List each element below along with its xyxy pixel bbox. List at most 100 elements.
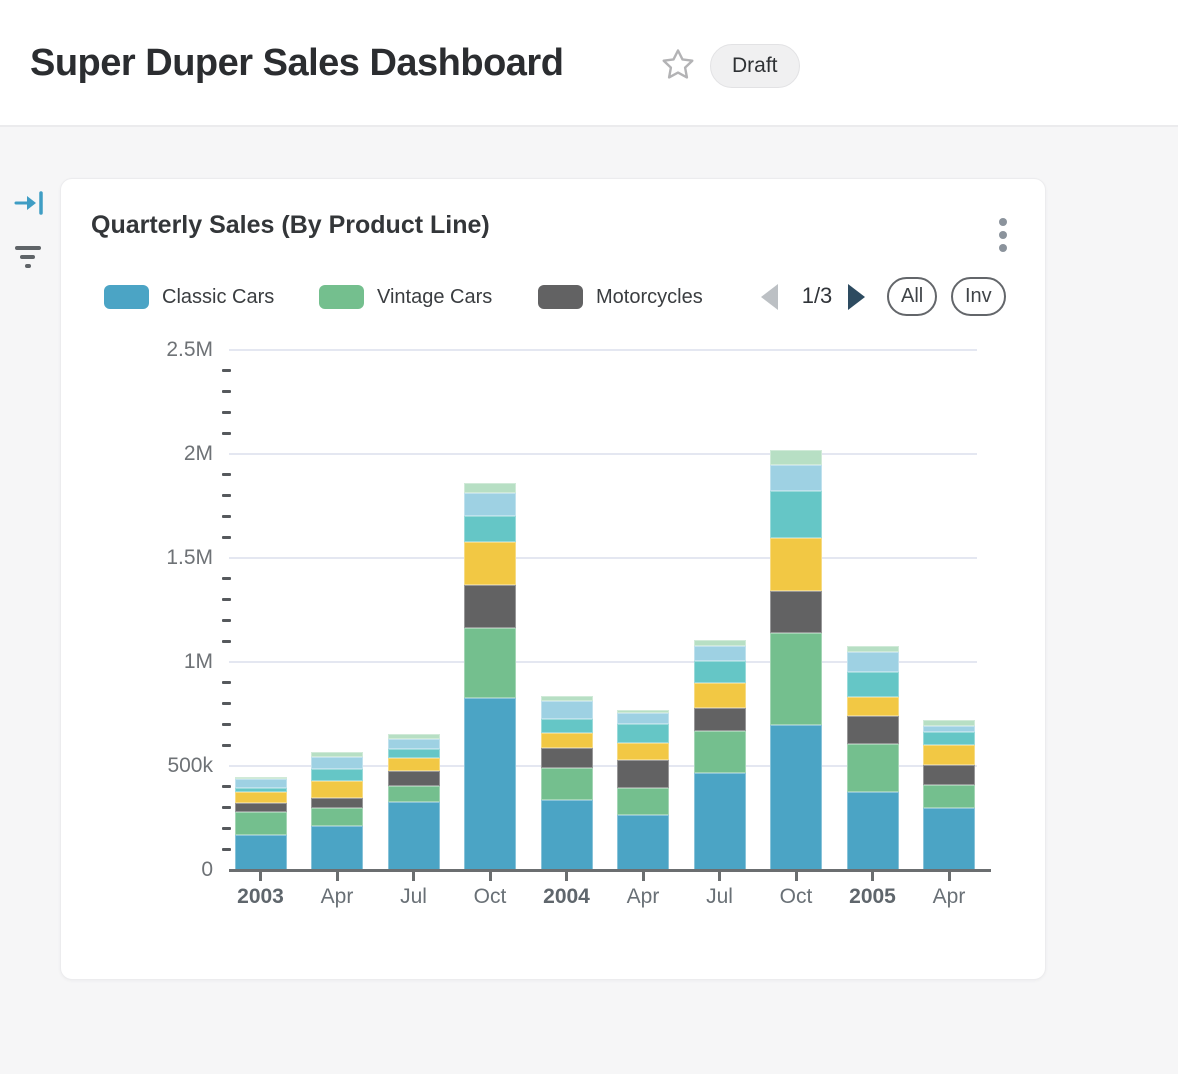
bar-segment-unlabeled (light blue)-Oct[interactable] bbox=[464, 493, 516, 516]
bar-segment-unlabeled (light blue)-Oct[interactable] bbox=[770, 465, 822, 492]
bar-segment-unlabeled (light blue)-Jul[interactable] bbox=[694, 646, 746, 660]
y-axis-minor-tick bbox=[222, 744, 231, 747]
y-axis-minor-tick bbox=[222, 494, 231, 497]
y-axis-minor-tick bbox=[222, 411, 231, 414]
bar-segment-Classic Cars-Apr[interactable] bbox=[617, 815, 669, 870]
bar-segment-unlabeled (teal)-2003[interactable] bbox=[235, 788, 287, 792]
x-axis-tick bbox=[565, 872, 568, 881]
x-axis-tick bbox=[795, 872, 798, 881]
bar-segment-Classic Cars-Apr[interactable] bbox=[923, 808, 975, 870]
filter-icon[interactable] bbox=[10, 242, 46, 274]
bar-segment-unlabeled (yellow)-2005[interactable] bbox=[847, 697, 899, 716]
y-axis-minor-tick bbox=[222, 390, 231, 393]
favorite-star-button[interactable] bbox=[658, 46, 698, 86]
bar-segment-unlabeled (teal)-Jul[interactable] bbox=[694, 661, 746, 683]
bar-segment-unlabeled (light blue)-Apr[interactable] bbox=[923, 726, 975, 732]
bar-segment-Classic Cars-Oct[interactable] bbox=[464, 698, 516, 870]
bar-segment-Vintage Cars-Apr[interactable] bbox=[923, 785, 975, 808]
bar-segment-Motorcycles-Oct[interactable] bbox=[770, 591, 822, 633]
bar-segment-Motorcycles-2004[interactable] bbox=[541, 748, 593, 767]
bar-segment-Vintage Cars-Jul[interactable] bbox=[694, 731, 746, 773]
bar-segment-unlabeled (light blue)-2004[interactable] bbox=[541, 701, 593, 719]
bar-segment-unlabeled (yellow)-Apr[interactable] bbox=[617, 743, 669, 760]
bar-segment-unlabeled (pale green)-Apr[interactable] bbox=[617, 710, 669, 713]
x-axis-tick bbox=[871, 872, 874, 881]
bar-segment-Vintage Cars-2005[interactable] bbox=[847, 744, 899, 792]
star-outline-icon bbox=[660, 47, 696, 83]
bar-segment-unlabeled (pale green)-Jul[interactable] bbox=[694, 640, 746, 647]
bar-segment-Vintage Cars-2004[interactable] bbox=[541, 768, 593, 800]
bar-segment-unlabeled (teal)-Apr[interactable] bbox=[311, 769, 363, 781]
y-axis-minor-tick bbox=[222, 785, 231, 788]
x-axis-label-Apr: Apr bbox=[904, 885, 994, 909]
bar-segment-unlabeled (pale green)-2005[interactable] bbox=[847, 646, 899, 652]
bar-segment-unlabeled (pale green)-Jul[interactable] bbox=[388, 734, 440, 739]
bar-segment-unlabeled (pale green)-Apr[interactable] bbox=[311, 752, 363, 756]
bar-segment-Motorcycles-2005[interactable] bbox=[847, 716, 899, 744]
bar-segment-unlabeled (yellow)-Jul[interactable] bbox=[694, 683, 746, 707]
bar-segment-unlabeled (yellow)-Oct[interactable] bbox=[464, 542, 516, 585]
bar-segment-unlabeled (pale green)-Oct[interactable] bbox=[464, 483, 516, 493]
page-title: Super Duper Sales Dashboard bbox=[30, 42, 563, 85]
bar-segment-unlabeled (teal)-Apr[interactable] bbox=[617, 724, 669, 743]
bar-segment-Classic Cars-Jul[interactable] bbox=[694, 773, 746, 870]
collapse-panel-icon[interactable] bbox=[12, 188, 48, 220]
bar-segment-unlabeled (pale green)-Apr[interactable] bbox=[923, 720, 975, 726]
bar-segment-unlabeled (yellow)-2003[interactable] bbox=[235, 792, 287, 803]
bar-segment-unlabeled (teal)-Apr[interactable] bbox=[923, 732, 975, 745]
bar-segment-unlabeled (teal)-Oct[interactable] bbox=[770, 491, 822, 537]
bar-segment-unlabeled (yellow)-2004[interactable] bbox=[541, 733, 593, 749]
x-axis-tick bbox=[718, 872, 721, 881]
bar-segment-unlabeled (pale green)-2003[interactable] bbox=[235, 777, 287, 779]
bar-segment-Classic Cars-2004[interactable] bbox=[541, 800, 593, 870]
y-axis-minor-tick bbox=[222, 432, 231, 435]
bar-segment-Motorcycles-Jul[interactable] bbox=[694, 708, 746, 732]
y-axis-label-2.5M: 2.5M bbox=[121, 338, 213, 362]
bar-segment-unlabeled (yellow)-Apr[interactable] bbox=[923, 745, 975, 765]
y-axis-label-1M: 1M bbox=[121, 650, 213, 674]
bar-segment-unlabeled (pale green)-Oct[interactable] bbox=[770, 450, 822, 464]
bar-segment-Motorcycles-Apr[interactable] bbox=[617, 760, 669, 788]
bar-segment-Classic Cars-2003[interactable] bbox=[235, 835, 287, 870]
bar-segment-Motorcycles-2003[interactable] bbox=[235, 803, 287, 812]
y-axis-minor-tick bbox=[222, 515, 231, 518]
bar-segment-Motorcycles-Apr[interactable] bbox=[923, 765, 975, 785]
bar-segment-unlabeled (yellow)-Jul[interactable] bbox=[388, 758, 440, 770]
bar-segment-Vintage Cars-Oct[interactable] bbox=[464, 628, 516, 697]
bar-segment-Motorcycles-Oct[interactable] bbox=[464, 585, 516, 628]
bar-segment-Vintage Cars-Oct[interactable] bbox=[770, 633, 822, 725]
bar-segment-unlabeled (yellow)-Apr[interactable] bbox=[311, 781, 363, 799]
bar-segment-Classic Cars-Apr[interactable] bbox=[311, 826, 363, 870]
y-axis-label-1.5M: 1.5M bbox=[121, 546, 213, 570]
bar-segment-Vintage Cars-Apr[interactable] bbox=[617, 788, 669, 815]
bar-segment-unlabeled (light blue)-2005[interactable] bbox=[847, 652, 899, 672]
bar-segment-unlabeled (teal)-2004[interactable] bbox=[541, 719, 593, 733]
y-axis-minor-tick bbox=[222, 723, 231, 726]
bar-segment-Vintage Cars-2003[interactable] bbox=[235, 812, 287, 835]
bar-segment-unlabeled (yellow)-Oct[interactable] bbox=[770, 538, 822, 591]
bar-segment-Vintage Cars-Apr[interactable] bbox=[311, 808, 363, 827]
bar-segment-unlabeled (teal)-Jul[interactable] bbox=[388, 749, 440, 759]
page-header: Super Duper Sales Dashboard Draft bbox=[0, 0, 1178, 127]
bar-segment-unlabeled (light blue)-2003[interactable] bbox=[235, 779, 287, 788]
bar-segment-unlabeled (pale green)-2004[interactable] bbox=[541, 696, 593, 701]
y-axis-minor-tick bbox=[222, 619, 231, 622]
bar-segment-Motorcycles-Apr[interactable] bbox=[311, 798, 363, 807]
bar-segment-Classic Cars-Oct[interactable] bbox=[770, 725, 822, 870]
x-axis-tick bbox=[948, 872, 951, 881]
x-axis-tick bbox=[642, 872, 645, 881]
x-axis-line bbox=[229, 869, 991, 872]
y-axis-minor-tick bbox=[222, 681, 231, 684]
bar-segment-unlabeled (light blue)-Jul[interactable] bbox=[388, 739, 440, 749]
bar-segment-Classic Cars-Jul[interactable] bbox=[388, 802, 440, 870]
gridline-2M bbox=[229, 453, 977, 455]
bar-segment-unlabeled (teal)-2005[interactable] bbox=[847, 672, 899, 697]
y-axis-minor-tick bbox=[222, 806, 231, 809]
bar-segment-unlabeled (teal)-Oct[interactable] bbox=[464, 516, 516, 542]
bar-segment-Motorcycles-Jul[interactable] bbox=[388, 771, 440, 786]
bar-segment-Vintage Cars-Jul[interactable] bbox=[388, 786, 440, 802]
bar-segment-Classic Cars-2005[interactable] bbox=[847, 792, 899, 870]
bar-segment-unlabeled (light blue)-Apr[interactable] bbox=[311, 757, 363, 769]
bar-segment-unlabeled (light blue)-Apr[interactable] bbox=[617, 713, 669, 724]
y-axis-minor-tick bbox=[222, 848, 231, 851]
